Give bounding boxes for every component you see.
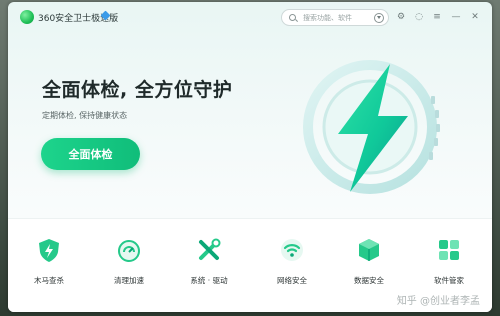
menu-button[interactable]: ≡: [431, 11, 443, 23]
minimize-button[interactable]: —: [450, 11, 462, 23]
chevron-down-icon[interactable]: [374, 12, 384, 23]
close-button[interactable]: ✕: [469, 11, 481, 23]
feature-software-manager[interactable]: 软件管家: [412, 237, 486, 299]
feature-bar: 木马查杀 清理加速 系统 · 驱动 网络安全 数据安全 软件管家 知乎 @创业者…: [8, 218, 492, 312]
hero-section: 全面体检, 全方位守护 定期体检, 保持健康状态 全面体检: [8, 32, 492, 212]
search-input[interactable]: 搜索功能、软件: [303, 13, 374, 23]
feature-label: 网络安全: [277, 276, 307, 285]
minimize-icon: —: [451, 12, 461, 22]
close-icon: ✕: [471, 12, 479, 22]
skin-icon: ◌: [415, 12, 423, 22]
feature-data-security[interactable]: 数据安全: [332, 237, 406, 299]
feature-virus-scan[interactable]: 木马查杀: [12, 237, 86, 299]
tools-icon: [199, 238, 221, 260]
feature-system-driver[interactable]: 系统 · 驱动: [172, 237, 246, 299]
hero-headline: 全面体检, 全方位守护: [42, 79, 233, 101]
title-bar: 360安全卫士极速版 搜索功能、软件 ⚙ ◌ ≡ — ✕: [8, 2, 492, 32]
watermark: 知乎 @创业者李孟: [396, 296, 480, 307]
shield-virus-icon: [39, 239, 59, 262]
apps-icon: [439, 240, 459, 260]
settings-button[interactable]: ⚙: [395, 11, 407, 23]
feature-cleanup[interactable]: 清理加速: [92, 237, 166, 299]
feature-network-security[interactable]: 网络安全: [255, 237, 329, 299]
search-icon: [289, 13, 297, 22]
feature-label: 清理加速: [114, 276, 144, 285]
feature-label: 数据安全: [354, 276, 384, 285]
app-logo-icon: [20, 10, 34, 24]
cleanup-speed-icon: [118, 240, 140, 262]
wifi-icon: [281, 239, 303, 261]
lightning-shield-icon: [303, 60, 440, 194]
menu-icon: ≡: [433, 12, 441, 22]
app-window: 360安全卫士极速版 搜索功能、软件 ⚙ ◌ ≡ — ✕ 全面体检, 全方位守护…: [8, 2, 492, 312]
feature-label: 软件管家: [434, 276, 464, 285]
hero-subtitle: 定期体检, 保持健康状态: [42, 111, 128, 120]
feature-label: 木马查杀: [34, 276, 64, 285]
skin-button[interactable]: ◌: [413, 11, 425, 23]
feature-label: 系统 · 驱动: [190, 276, 228, 285]
data-cube-icon: [359, 239, 379, 261]
gear-icon: ⚙: [396, 12, 406, 22]
full-checkup-button[interactable]: 全面体检: [41, 138, 140, 170]
search-box[interactable]: 搜索功能、软件: [281, 9, 389, 26]
